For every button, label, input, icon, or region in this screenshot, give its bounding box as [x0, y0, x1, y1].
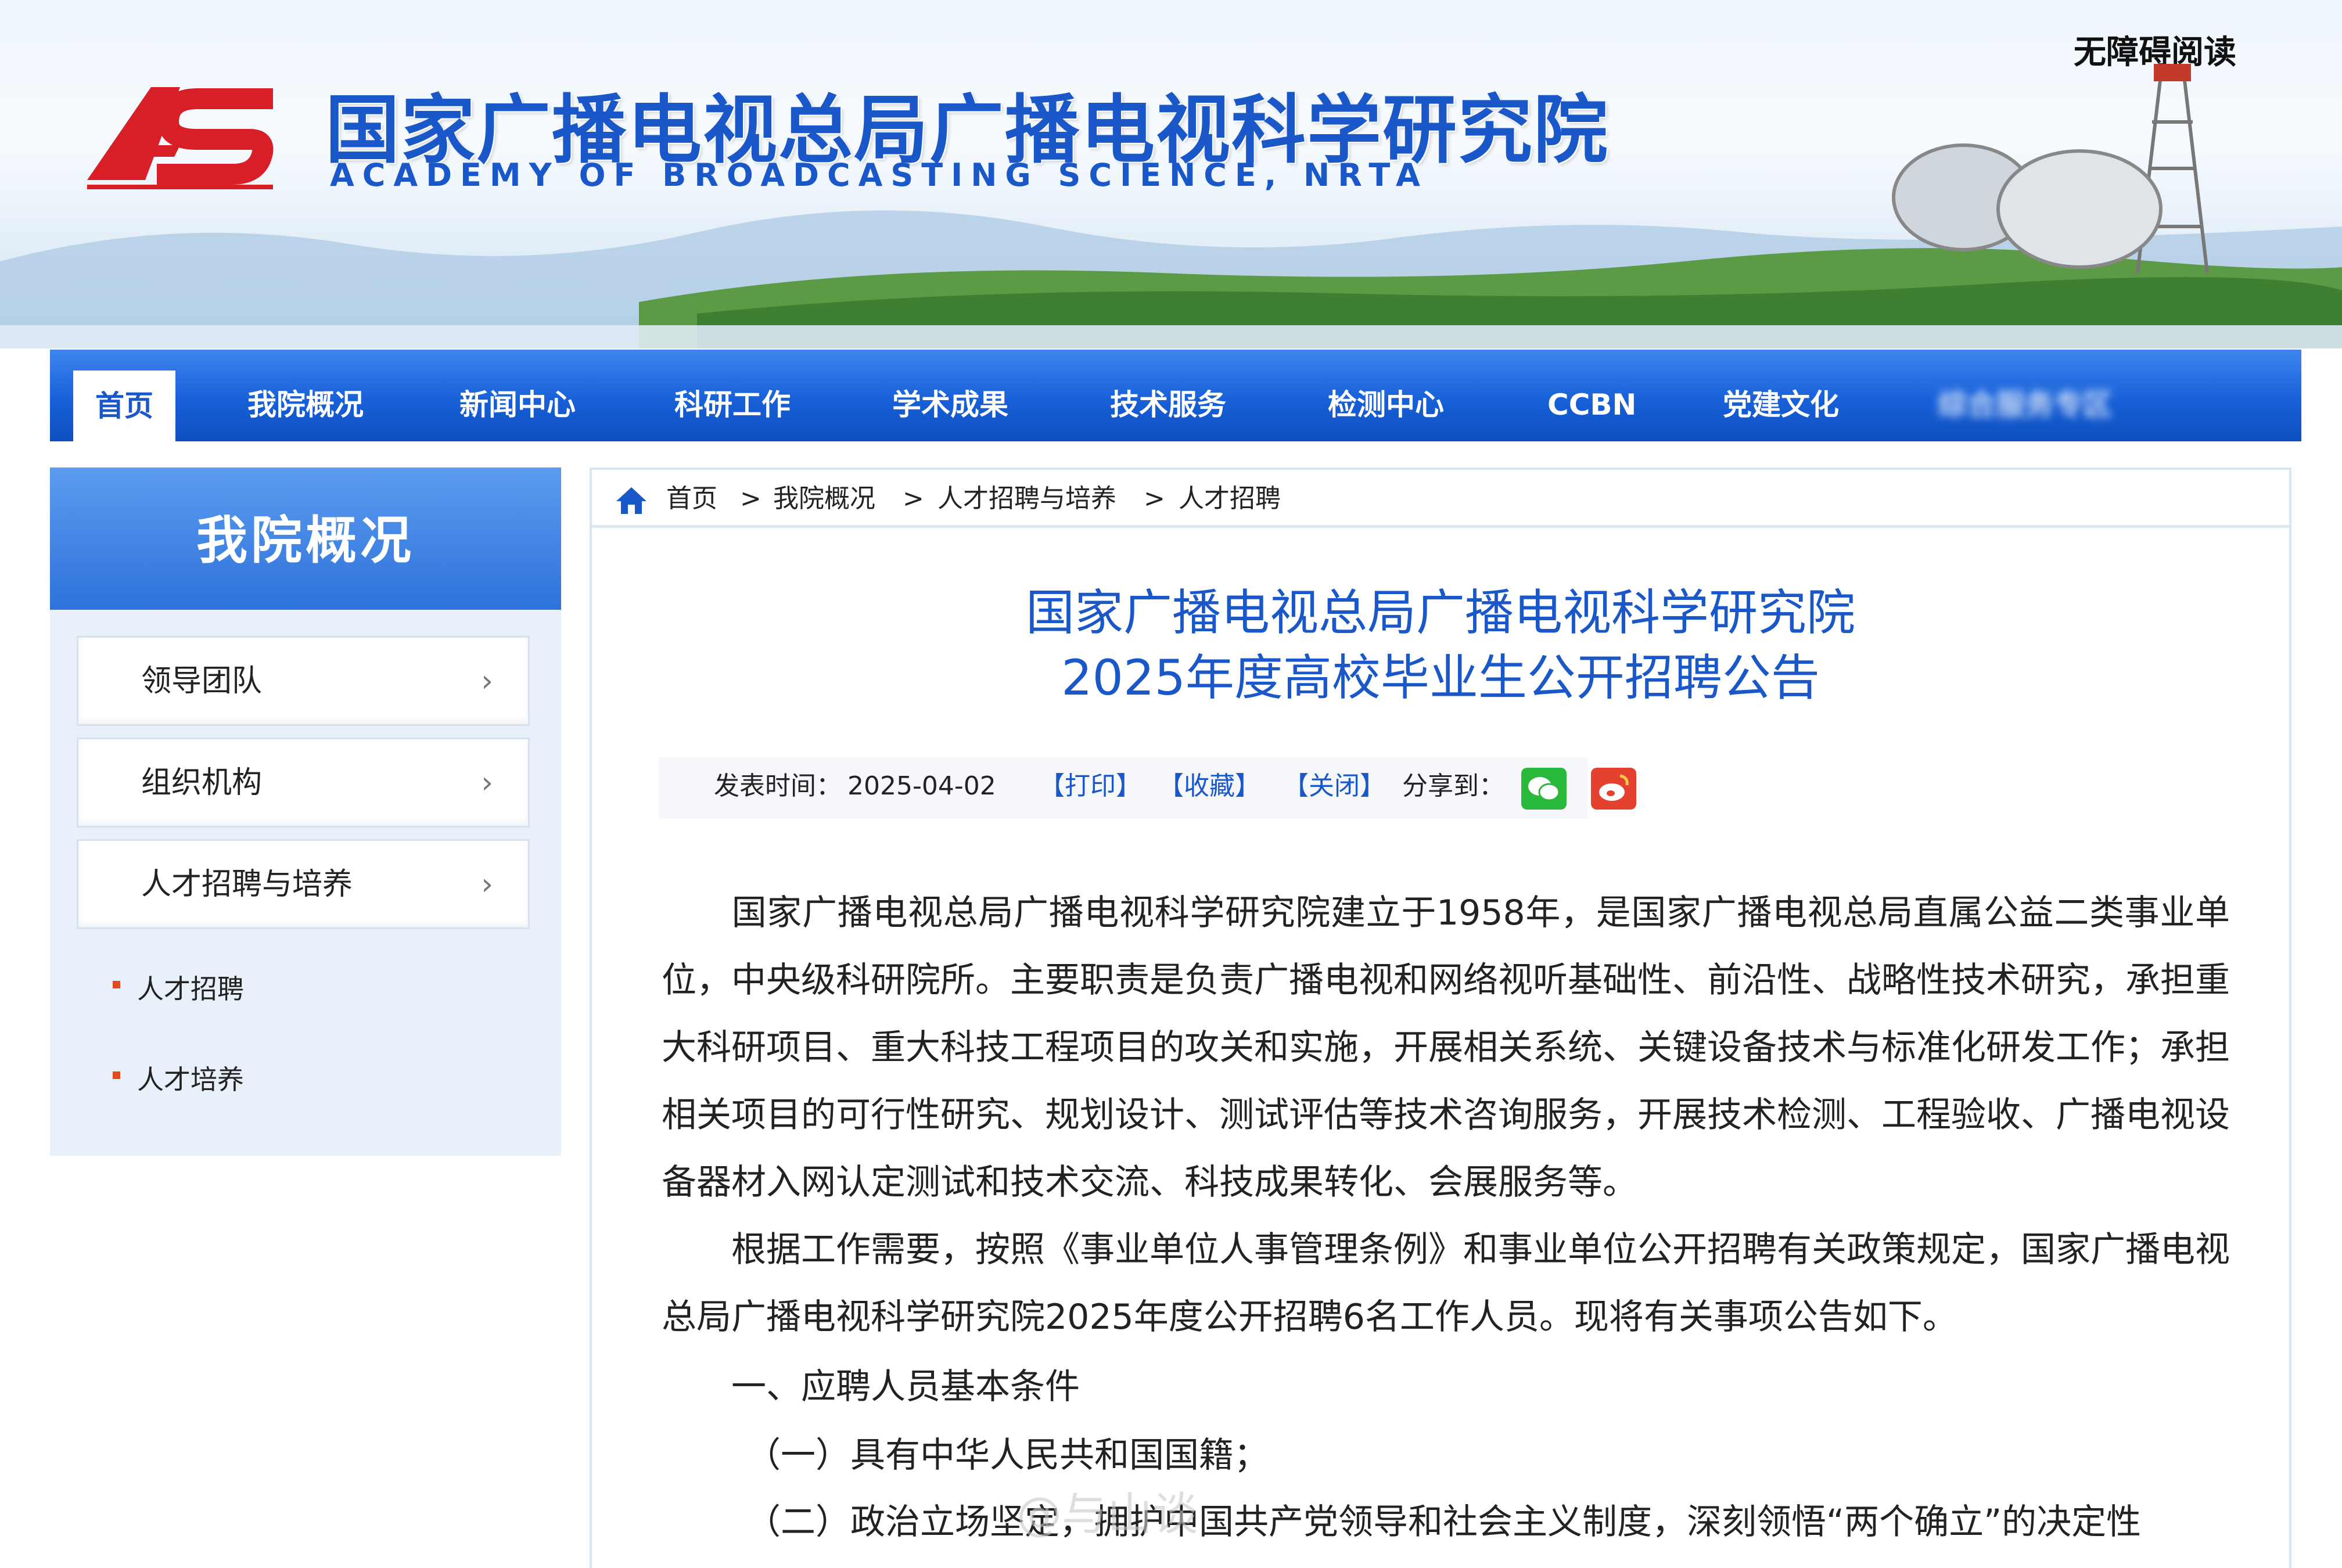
article-paragraph-1: 国家广播电视总局广播电视科学研究院建立于1958年，是国家广播电视总局直属公益二… — [662, 893, 2230, 1203]
sidebar-title: 我院概况 — [196, 510, 415, 570]
site-header: 国家广播电视总局广播电视科学研究院 ACADEMY OF BROADCASTIN… — [0, 0, 2342, 348]
main-content: 首页 > 我院概况 > 人才招聘与培养 > 人才招聘 国家广播电视总局广播电视科… — [590, 467, 2291, 1568]
article-title-line2: 2025年度高校毕业生公开招聘公告 — [1061, 649, 1820, 706]
share-label: 分享到： — [1402, 771, 1504, 801]
sidebar-item-talent[interactable]: 人才招聘与培养 › — [77, 839, 530, 929]
site-subtitle: ACADEMY OF BROADCASTING SCIENCE, NRTA — [330, 157, 1428, 193]
breadcrumb-recruitment[interactable]: 人才招聘 — [1179, 470, 1281, 528]
favorite-link[interactable]: 【收藏】 — [1158, 757, 1260, 815]
condition-item-1: （一）具有中华人民共和国国籍； — [746, 1435, 1269, 1476]
nav-academic[interactable]: 学术成果 — [892, 350, 1008, 441]
abs-logo-icon — [87, 87, 274, 189]
print-link[interactable]: 【打印】 — [1039, 757, 1141, 815]
wechat-share-icon[interactable] — [1521, 768, 1567, 810]
article-title: 国家广播电视总局广播电视科学研究院 2025年度高校毕业生公开招聘公告 — [592, 580, 2289, 710]
nav-testing[interactable]: 检测中心 — [1328, 350, 1444, 441]
publish-date: 2025-04-02 — [847, 771, 996, 801]
bullet-icon — [113, 981, 120, 988]
nav-tech-service[interactable]: 技术服务 — [1110, 350, 1226, 441]
sidebar-item-organization[interactable]: 组织机构 › — [77, 738, 530, 828]
breadcrumb-separator: > — [903, 484, 924, 513]
breadcrumb: 首页 > 我院概况 > 人才招聘与培养 > 人才招聘 — [592, 470, 2289, 528]
breadcrumb-separator: > — [1144, 484, 1165, 513]
article-title-line1: 国家广播电视总局广播电视科学研究院 — [1025, 584, 1855, 641]
satellite-tower-illustration — [1892, 64, 2209, 274]
condition-item-2: （二）政治立场坚定，拥护中国共产党领导和社会主义制度，深刻领悟“两个确立”的决定… — [746, 1502, 2142, 1542]
weibo-share-icon[interactable] — [1591, 768, 1636, 810]
nav-party[interactable]: 党建文化 — [1723, 350, 1839, 441]
nav-home[interactable]: 首页 — [73, 371, 175, 441]
breadcrumb-talent[interactable]: 人才招聘与培养 — [937, 470, 1116, 528]
sidebar-header: 我院概况 — [50, 467, 561, 610]
publish-label: 发表时间： — [714, 771, 842, 801]
sidebar: 我院概况 领导团队 › 组织机构 › 人才招聘与培养 › 人才招聘 人才培养 — [50, 467, 561, 1156]
sidebar-subitem-label: 人才培养 — [137, 1064, 244, 1095]
main-nav: 首页 我院概况 新闻中心 科研工作 学术成果 技术服务 检测中心 CCBN 党建… — [50, 350, 2301, 441]
section-heading-1: 一、应聘人员基本条件 — [731, 1366, 1080, 1407]
breadcrumb-separator: > — [740, 484, 761, 513]
nav-about[interactable]: 我院概况 — [247, 350, 364, 441]
article-paragraph-2: 根据工作需要，按照《事业单位人事管理条例》和事业单位公开招聘有关政策规定，国家广… — [662, 1229, 2230, 1337]
sidebar-subitem-training[interactable]: 人才培养 — [113, 1059, 244, 1097]
breadcrumb-home[interactable]: 首页 — [666, 470, 717, 528]
nav-news[interactable]: 新闻中心 — [459, 350, 576, 441]
chevron-right-icon: › — [481, 664, 493, 699]
chevron-right-icon: › — [481, 765, 493, 800]
sidebar-item-label: 领导团队 — [141, 664, 263, 699]
sidebar-subitem-label: 人才招聘 — [137, 973, 244, 1005]
sidebar-item-leadership[interactable]: 领导团队 › — [77, 636, 530, 726]
breadcrumb-about[interactable]: 我院概况 — [773, 470, 875, 528]
nav-research[interactable]: 科研工作 — [674, 350, 791, 441]
chevron-right-icon: › — [481, 867, 493, 902]
sidebar-subitem-recruitment[interactable]: 人才招聘 — [113, 968, 244, 1006]
close-link[interactable]: 【关闭】 — [1283, 757, 1385, 815]
nav-ccbn[interactable]: CCBN — [1547, 350, 1636, 441]
sidebar-item-label: 组织机构 — [141, 765, 263, 800]
home-icon[interactable] — [615, 486, 648, 515]
bullet-icon — [113, 1071, 120, 1079]
article-meta-bar: 发表时间： 2025-04-02 【打印】 【收藏】 【关闭】 分享到： — [659, 757, 1636, 818]
sidebar-item-label: 人才招聘与培养 — [141, 867, 353, 902]
nav-comprehensive[interactable]: 综合服务专区 — [1938, 350, 2112, 441]
